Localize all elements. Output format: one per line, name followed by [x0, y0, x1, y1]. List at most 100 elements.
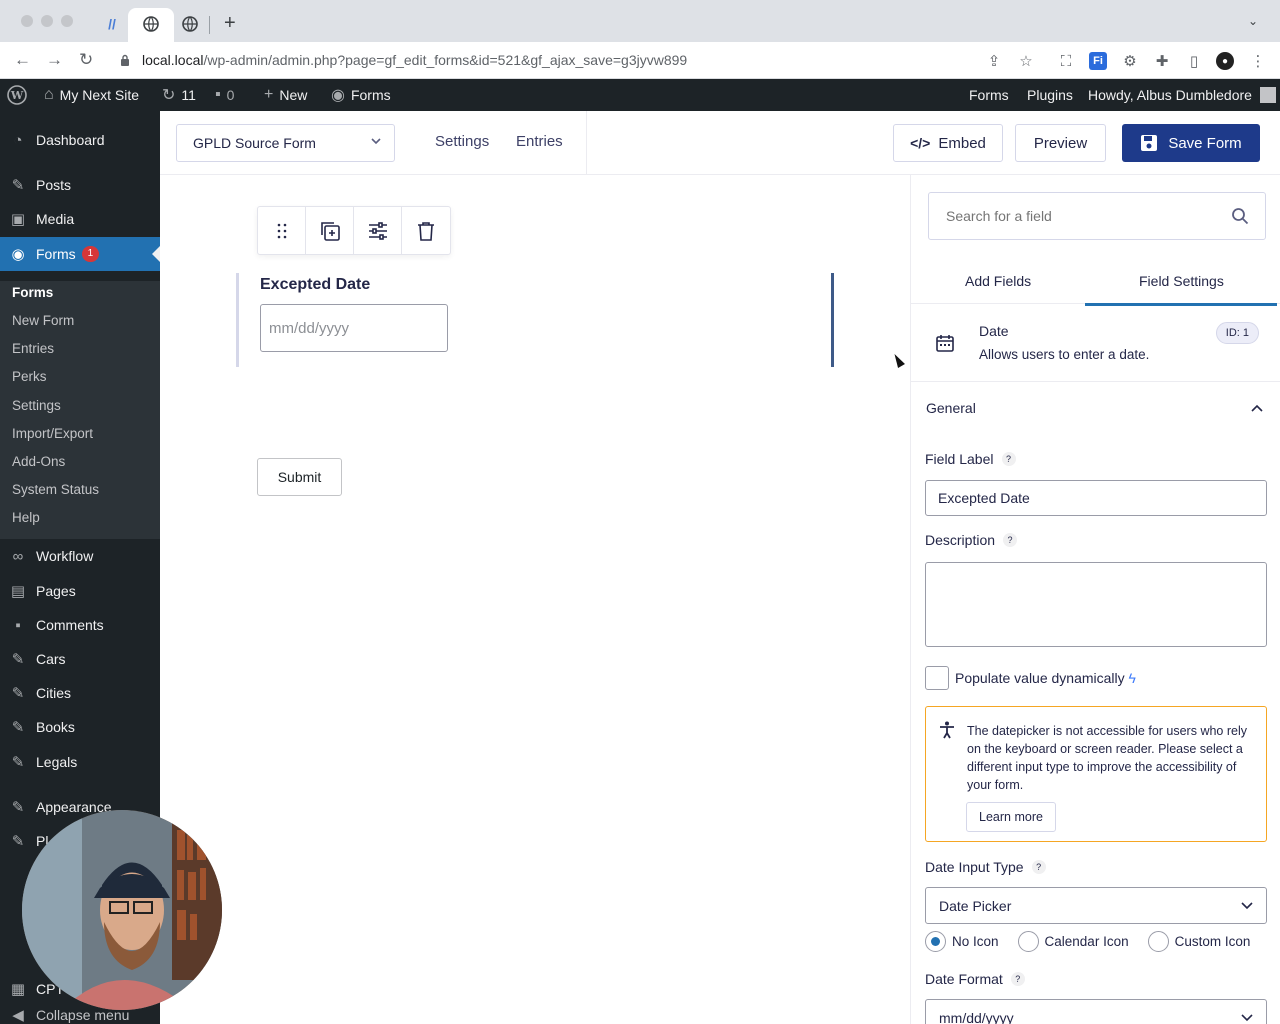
window-zoom-button[interactable] [61, 15, 73, 27]
radio-button[interactable] [1147, 931, 1169, 952]
wordpress-logo-icon[interactable]: W [7, 79, 27, 111]
save-label: Save Form [1168, 134, 1242, 152]
submenu-settings[interactable]: Settings [12, 398, 61, 413]
description-textarea[interactable] [925, 562, 1267, 647]
sidebar-item-workflow[interactable]: ∞ Workflow [0, 539, 160, 573]
radio-calendar-icon[interactable]: Calendar Icon [1017, 931, 1129, 952]
general-section-title[interactable]: General [926, 400, 976, 416]
form-switcher-select[interactable]: GPLD Source Form [176, 124, 395, 162]
date-input-type-select[interactable]: Date Picker [925, 887, 1267, 924]
gravity-tab-icon[interactable]: // [104, 16, 120, 32]
date-input-preview[interactable]: mm/dd/yyyy [260, 304, 448, 352]
radio-label: No Icon [952, 934, 999, 949]
gear-icon[interactable]: ⚙ [1121, 52, 1139, 70]
submenu-help[interactable]: Help [12, 510, 40, 525]
sidebar-item-media[interactable]: ▣ Media [0, 202, 160, 236]
share-icon[interactable]: ⇪ [985, 52, 1003, 70]
radio-no-icon[interactable]: No Icon [925, 931, 999, 952]
learn-more-button[interactable]: Learn more [966, 802, 1056, 832]
populate-dynamically-checkbox[interactable] [925, 666, 949, 690]
radio-custom-icon[interactable]: Custom Icon [1147, 931, 1251, 952]
radio-button[interactable] [1017, 931, 1039, 952]
forward-arrow-icon[interactable]: → [46, 50, 63, 70]
site-name-link[interactable]: ⌂ My Next Site [44, 79, 139, 111]
submenu-entries[interactable]: Entries [12, 341, 54, 356]
grid-icon: ▦ [10, 981, 26, 998]
updates-link[interactable]: ↻ 11 [162, 79, 196, 111]
help-question-icon[interactable]: ? [1001, 452, 1016, 466]
sidebar-item-label: Workflow [36, 548, 94, 564]
right-forms-link[interactable]: Forms [969, 79, 1009, 111]
setting-label-text: Date Input Type [925, 859, 1024, 875]
sidebar-item-books[interactable]: ✎ Books [0, 710, 160, 744]
submenu-forms[interactable]: Forms [12, 285, 53, 300]
chevron-down-icon[interactable]: ⌄ [1248, 14, 1258, 28]
radio-label: Custom Icon [1174, 934, 1251, 949]
description-setting-label: Description ? [925, 532, 1018, 548]
updates-icon: ↻ [162, 87, 176, 104]
submenu-add-ons[interactable]: Add-Ons [12, 454, 65, 469]
sidebar-item-comments[interactable]: ▪ Comments [0, 608, 160, 642]
submenu-system-status[interactable]: System Status [12, 482, 99, 497]
reload-icon[interactable]: ↻ [79, 50, 93, 70]
sidebar-item-label: Dashboard [36, 132, 105, 148]
sidebar-item-cars[interactable]: ✎ Cars [0, 642, 160, 676]
help-question-icon[interactable]: ? [1010, 972, 1025, 986]
submenu-new-form[interactable]: New Form [12, 313, 74, 328]
howdy-text: Howdy, Albus Dumbledore [1088, 87, 1252, 103]
entries-link[interactable]: Entries [516, 133, 563, 150]
accessibility-notice: The datepicker is not accessible for use… [925, 706, 1267, 842]
drag-handle-icon[interactable] [258, 207, 306, 254]
field-settings-sliders-icon[interactable] [354, 207, 402, 254]
help-question-icon[interactable]: ? [1003, 533, 1018, 547]
field-label-input[interactable]: Excepted Date [925, 480, 1267, 516]
extension-fi-icon[interactable]: Fi [1089, 52, 1107, 70]
submit-button[interactable]: Submit [257, 458, 342, 496]
chevron-up-icon[interactable] [1250, 401, 1264, 420]
duplicate-icon[interactable] [306, 207, 354, 254]
form-name: GPLD Source Form [193, 135, 316, 151]
window-close-button[interactable] [21, 15, 33, 27]
preview-button[interactable]: Preview [1015, 124, 1106, 162]
forms-submenu: Forms New Form Entries Perks Settings Im… [0, 281, 160, 539]
embed-label: Embed [938, 134, 986, 152]
home-icon: ⌂ [44, 86, 54, 103]
help-question-icon[interactable]: ? [1031, 860, 1046, 874]
sidebar-icon[interactable]: ▯ [1185, 52, 1203, 70]
url-field[interactable]: local.local/wp-admin/admin.php?page=gf_e… [142, 52, 687, 68]
puzzle-icon[interactable]: ✚ [1153, 52, 1171, 70]
account-link[interactable]: Howdy, Albus Dumbledore [1088, 79, 1276, 111]
new-tab-button[interactable]: + [224, 12, 236, 35]
settings-link[interactable]: Settings [435, 133, 489, 150]
new-content-link[interactable]: + New [264, 79, 307, 111]
date-format-label: Date Format ? [925, 971, 1025, 987]
date-field-block[interactable]: Excepted Date mm/dd/yyyy [236, 273, 834, 367]
screenshot-icon[interactable]: ⛶ [1057, 52, 1075, 70]
comments-link[interactable]: ▪ 0 [215, 79, 234, 111]
sidebar-item-posts[interactable]: ✎ Posts [0, 168, 160, 202]
sidebar-item-forms[interactable]: ◉ Forms 1 [0, 237, 160, 271]
date-format-select[interactable]: mm/dd/yyyy [925, 999, 1267, 1024]
tab-add-fields[interactable]: Add Fields [965, 273, 1031, 289]
star-icon[interactable]: ☆ [1017, 52, 1035, 70]
submenu-perks[interactable]: Perks [12, 369, 47, 384]
trash-icon[interactable] [402, 207, 450, 254]
window-minimize-button[interactable] [41, 15, 53, 27]
profile-avatar[interactable]: ● [1216, 52, 1234, 70]
kebab-menu-icon[interactable]: ⋮ [1249, 52, 1267, 70]
search-input[interactable] [929, 193, 1209, 239]
back-arrow-icon[interactable]: ← [14, 50, 31, 70]
sidebar-item-dashboard[interactable]: ◔ Dashboard [0, 123, 160, 157]
forms-link[interactable]: ◉ Forms [331, 79, 391, 111]
save-form-button[interactable]: Save Form [1122, 124, 1260, 162]
globe-icon[interactable] [182, 16, 198, 32]
embed-button[interactable]: </> Embed [893, 124, 1003, 162]
search-icon[interactable] [1231, 207, 1249, 230]
sidebar-item-pages[interactable]: ▤ Pages [0, 574, 160, 608]
plugins-link[interactable]: Plugins [1027, 79, 1073, 111]
submenu-import-export[interactable]: Import/Export [12, 426, 93, 441]
sidebar-item-legals[interactable]: ✎ Legals [0, 745, 160, 779]
radio-button[interactable] [925, 931, 946, 952]
sidebar-item-cities[interactable]: ✎ Cities [0, 676, 160, 710]
tab-field-settings[interactable]: Field Settings [1139, 273, 1224, 289]
